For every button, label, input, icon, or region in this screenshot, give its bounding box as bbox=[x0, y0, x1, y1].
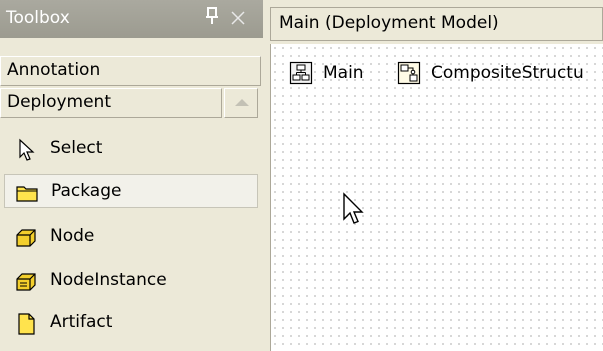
artifact-icon bbox=[14, 312, 38, 336]
toolbox-title-bar: Toolbox bbox=[0, 0, 263, 38]
node-cube-icon bbox=[14, 226, 38, 250]
tool-item-package[interactable]: Package bbox=[4, 174, 258, 208]
category-deployment[interactable]: Deployment bbox=[0, 88, 222, 118]
category-label: Deployment bbox=[7, 92, 111, 112]
category-label: Annotation bbox=[7, 60, 101, 80]
pointer-icon bbox=[14, 138, 38, 162]
package-folder-icon bbox=[15, 181, 39, 205]
diagram-main-icon bbox=[289, 61, 313, 85]
toolbox-title: Toolbox bbox=[6, 8, 70, 28]
document-area: Main (Deployment Model) Main CompositeSt… bbox=[270, 0, 603, 351]
tool-item-label: Package bbox=[51, 181, 122, 201]
scroll-up-button[interactable] bbox=[224, 88, 258, 118]
tool-item-label: Select bbox=[50, 138, 103, 158]
tool-item-select[interactable]: Select bbox=[4, 132, 258, 166]
tool-item-label: Node bbox=[50, 226, 95, 246]
diagram-tab-label: CompositeStructu bbox=[431, 63, 584, 83]
category-annotation[interactable]: Annotation bbox=[0, 56, 261, 86]
tool-item-node[interactable]: Node bbox=[4, 220, 258, 254]
close-icon[interactable] bbox=[231, 5, 245, 30]
tool-item-artifact[interactable]: Artifact bbox=[4, 306, 258, 340]
diagram-canvas[interactable]: Main CompositeStructu bbox=[270, 44, 603, 351]
document-title: Main (Deployment Model) bbox=[279, 13, 499, 33]
toolbox-panel: Toolbox Annotation Deployment Select Pac… bbox=[0, 0, 263, 351]
scroll-up-arrow-icon bbox=[235, 99, 249, 106]
composite-structure-icon bbox=[397, 61, 421, 85]
tool-item-label: NodeInstance bbox=[50, 270, 167, 290]
node-instance-icon bbox=[14, 270, 38, 294]
diagram-tab-label: Main bbox=[323, 63, 364, 83]
tool-item-label: Artifact bbox=[50, 312, 113, 332]
mouse-cursor-icon bbox=[341, 192, 367, 233]
document-tab[interactable]: Main (Deployment Model) bbox=[270, 7, 603, 41]
tool-item-nodeinstance[interactable]: NodeInstance bbox=[4, 264, 258, 298]
pin-icon[interactable] bbox=[205, 7, 219, 25]
